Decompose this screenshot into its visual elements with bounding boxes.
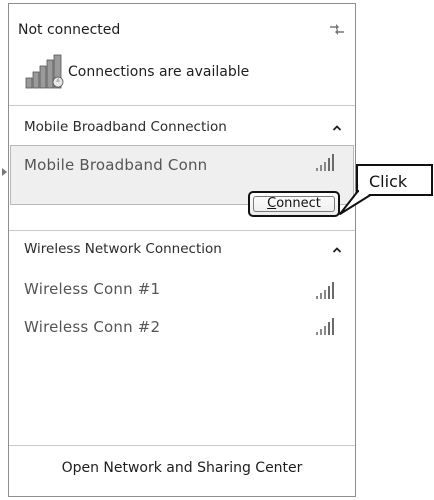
availability-text: Connections are available <box>68 64 250 80</box>
connect-button[interactable]: Connect <box>248 191 340 217</box>
divider <box>9 105 355 106</box>
network-name[interactable]: Wireless Conn #1 <box>24 280 160 298</box>
chevron-up-icon[interactable] <box>332 124 342 132</box>
open-network-sharing-center-link[interactable]: Open Network and Sharing Center <box>9 460 355 476</box>
connect-button-hotkey: C <box>267 196 277 211</box>
network-name: Mobile Broadband Conn <box>24 156 208 174</box>
divider <box>9 230 355 231</box>
pointer-arrow-icon <box>2 168 7 176</box>
section-header-wireless[interactable]: Wireless Network Connection <box>24 241 222 257</box>
network-status-icon <box>25 54 64 89</box>
connect-button-label-rest: onnect <box>276 196 321 211</box>
callout-text: Click <box>369 172 408 191</box>
connection-status: Not connected <box>18 22 121 38</box>
signal-bars-icon <box>316 318 334 335</box>
network-name[interactable]: Wireless Conn #2 <box>24 318 160 336</box>
divider <box>9 445 355 446</box>
section-header-mobile-broadband[interactable]: Mobile Broadband Connection <box>24 119 227 135</box>
refresh-icon[interactable] <box>326 18 348 40</box>
connect-button-label: Connect <box>267 196 321 211</box>
chevron-up-icon[interactable] <box>332 246 342 254</box>
signal-bars-icon <box>316 282 334 299</box>
